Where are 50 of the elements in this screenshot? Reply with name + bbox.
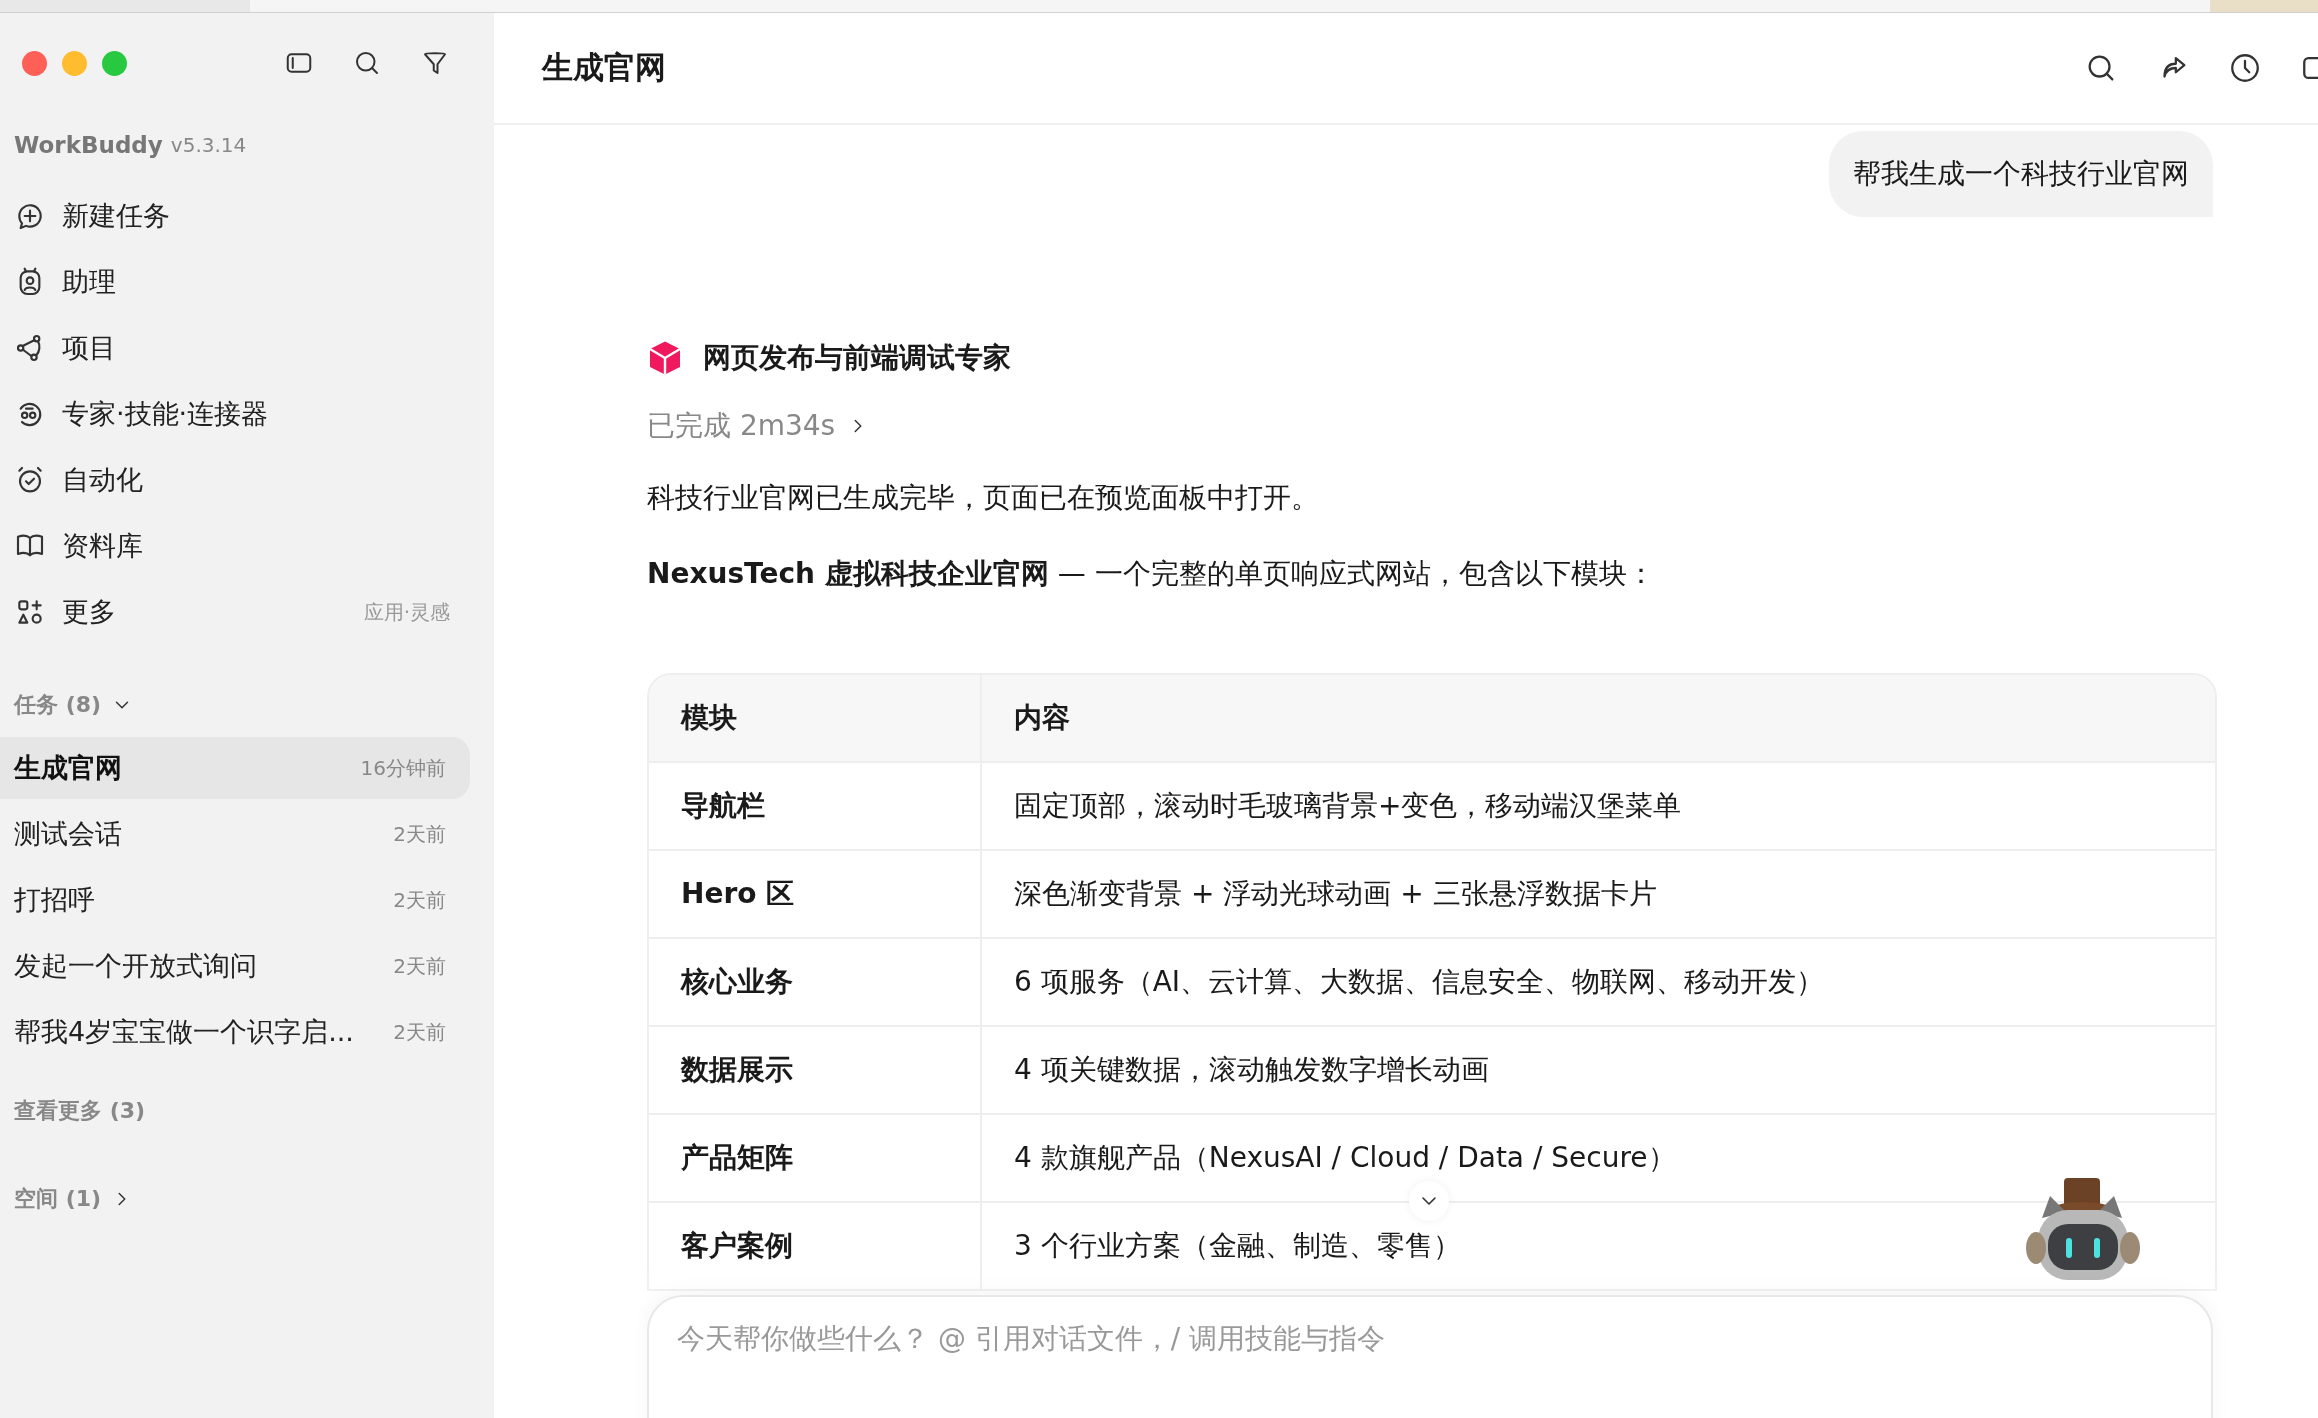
column-header: 内容 — [982, 675, 2215, 761]
nav-item[interactable]: 项目 — [0, 315, 464, 381]
reply-paragraph: NexusTech 虚拟科技企业官网 — 一个完整的单页响应式网站，包含以下模块： — [647, 556, 1656, 592]
task-title: 发起一个开放式询问 — [14, 949, 257, 983]
table-cell: 客户案例 — [649, 1201, 982, 1289]
nav-label: 项目 — [62, 331, 116, 365]
user-message: 帮我生成一个科技行业官网 — [1829, 131, 2213, 217]
table-cell: 4 项关键数据，滚动触发数字增长动画 — [982, 1025, 2215, 1113]
nav-label: 更多 — [62, 595, 116, 629]
task-title: 帮我4岁宝宝做一个识字启... — [14, 1015, 354, 1049]
nav-label: 专家·技能·连接器 — [62, 397, 269, 431]
nav-item[interactable]: 资料库 — [0, 513, 464, 579]
nav-label: 助理 — [62, 265, 116, 299]
table-cell: Hero 区 — [649, 849, 982, 937]
nav-label: 新建任务 — [62, 199, 170, 233]
task-item[interactable]: 生成官网 16分钟前 — [0, 737, 470, 799]
nav-item[interactable]: 自动化 — [0, 447, 464, 513]
nav-label: 资料库 — [62, 529, 143, 563]
nav-item[interactable]: 助理 — [0, 249, 464, 315]
table-cell: 固定顶部，滚动时毛玻璃背景+变色，移动端汉堡菜单 — [982, 761, 2215, 849]
nav-item[interactable]: 更多 应用·灵感 — [0, 579, 464, 645]
nav-hint: 应用·灵感 — [363, 598, 450, 626]
table-cell: 6 项服务（AI、云计算、大数据、信息安全、物联网、移动开发） — [982, 937, 2215, 1025]
conversation-title: 生成官网 — [542, 48, 666, 87]
table-cell: 深色渐变背景 + 浮动光球动画 + 三张悬浮数据卡片 — [982, 849, 2215, 937]
table-cell: 导航栏 — [649, 761, 982, 849]
task-item[interactable]: 测试会话 2天前 — [0, 803, 470, 865]
reply-paragraph: 科技行业官网已生成完毕，页面已在预览面板中打开。 — [647, 480, 1320, 516]
nav-item[interactable]: 专家·技能·连接器 — [0, 381, 464, 447]
agent-name: 网页发布与前端调试专家 — [703, 340, 1011, 376]
task-title: 测试会话 — [14, 817, 122, 851]
table-cell: 产品矩阵 — [649, 1113, 982, 1201]
task-time: 2天前 — [393, 820, 446, 848]
table-cell: 数据展示 — [649, 1025, 982, 1113]
app-version: v5.3.14 — [170, 133, 247, 157]
task-title: 打招呼 — [14, 883, 95, 917]
task-time: 2天前 — [393, 952, 446, 980]
task-time: 2天前 — [393, 886, 446, 914]
task-time: 2天前 — [393, 1018, 446, 1046]
nav-label: 自动化 — [62, 463, 143, 497]
nav-item[interactable]: 新建任务 — [0, 183, 464, 249]
table-cell: 核心业务 — [649, 937, 982, 1025]
task-time: 16分钟前 — [360, 754, 446, 782]
app-name: WorkBuddy — [14, 132, 163, 158]
task-item[interactable]: 发起一个开放式询问 2天前 — [0, 935, 470, 997]
status-toggle[interactable]: 已完成 2m34s — [647, 407, 870, 445]
task-item[interactable]: 帮我4岁宝宝做一个识字启... 2天前 — [0, 1001, 470, 1063]
task-title: 生成官网 — [14, 751, 122, 785]
task-item[interactable]: 打招呼 2天前 — [0, 869, 470, 931]
column-header: 模块 — [649, 675, 982, 761]
